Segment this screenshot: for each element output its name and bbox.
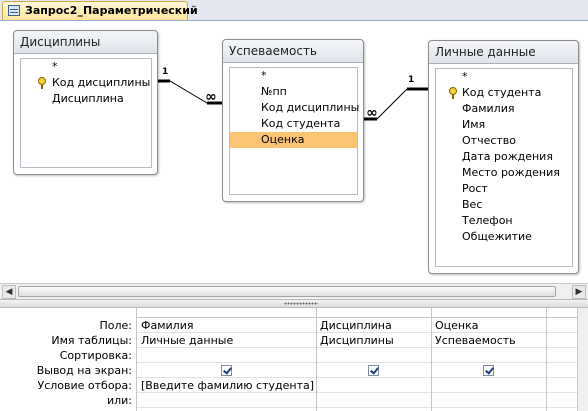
field-item[interactable]: Дисциплина bbox=[21, 91, 151, 107]
field-label: Телефон bbox=[462, 214, 513, 227]
field-item[interactable]: Вес bbox=[436, 197, 572, 213]
field-item[interactable]: Общежитие bbox=[436, 229, 572, 245]
field-item[interactable]: Фамилия bbox=[436, 101, 572, 117]
pane-splitter[interactable] bbox=[0, 299, 588, 308]
field-item[interactable]: Дата рождения bbox=[436, 149, 572, 165]
field-label: Дисциплина bbox=[52, 92, 124, 105]
field-item[interactable]: Телефон bbox=[436, 213, 572, 229]
table-disciplines[interactable]: Дисциплины * Код дисциплины Дисциплина bbox=[13, 30, 158, 175]
grid-cell-table[interactable]: Личные данные bbox=[141, 333, 233, 348]
grid-column-divider bbox=[546, 308, 547, 411]
table-disciplines-title[interactable]: Дисциплины bbox=[14, 31, 157, 54]
field-item-all[interactable]: * bbox=[436, 69, 572, 85]
grid-line bbox=[136, 407, 588, 408]
show-checkbox[interactable] bbox=[483, 365, 494, 376]
field-item[interactable]: Код студента bbox=[230, 116, 357, 132]
field-label: Код дисциплины bbox=[261, 101, 360, 114]
primary-key-icon bbox=[38, 77, 46, 89]
field-item[interactable]: Рост bbox=[436, 181, 572, 197]
grid-cell-table[interactable]: Успеваемость bbox=[435, 333, 516, 348]
grid-cell-criteria[interactable]: [Введите фамилию студента] bbox=[141, 378, 314, 393]
row-label-sort: Сортировка: bbox=[59, 349, 132, 362]
field-item-selected[interactable]: Оценка bbox=[230, 132, 357, 148]
field-label: Отчество bbox=[462, 134, 517, 147]
field-item[interactable]: Отчество bbox=[436, 133, 572, 149]
grid-column-divider bbox=[316, 308, 317, 411]
field-item[interactable]: Код дисциплины bbox=[230, 100, 360, 116]
query-design-grid[interactable]: Поле: Имя таблицы: Сортировка: Вывод на … bbox=[0, 308, 588, 411]
table-personal-data[interactable]: Личные данные * Код студента Фамилия Имя… bbox=[428, 40, 579, 274]
field-label: Код дисциплины bbox=[52, 76, 151, 89]
row-label-criteria: Условие отбора: bbox=[37, 379, 133, 392]
field-item-all[interactable]: * bbox=[230, 68, 357, 84]
grid-cell-table[interactable]: Дисциплины bbox=[320, 333, 394, 348]
field-label: Вес bbox=[462, 198, 483, 211]
scroll-left-arrow-icon[interactable]: ◀ bbox=[2, 285, 16, 299]
relation-one-label-2: 1 bbox=[408, 75, 414, 85]
grid-cell-field[interactable]: Оценка bbox=[435, 318, 479, 333]
show-checkbox[interactable] bbox=[368, 365, 379, 376]
scroll-thumb[interactable] bbox=[18, 286, 556, 297]
field-item[interactable]: Место рождения bbox=[436, 165, 572, 181]
field-label: Фамилия bbox=[462, 102, 515, 115]
grid-cell-field[interactable]: Дисциплина bbox=[320, 318, 392, 333]
query-tab[interactable]: Запрос2_Параметрический bbox=[2, 1, 198, 20]
field-label: Место рождения bbox=[462, 166, 560, 179]
scroll-right-arrow-icon[interactable]: ▶ bbox=[572, 285, 586, 299]
field-item[interactable]: №пп bbox=[230, 84, 357, 100]
field-list[interactable]: * Код дисциплины Дисциплина bbox=[20, 58, 152, 168]
row-label-show: Вывод на экран: bbox=[36, 364, 132, 377]
field-label: * bbox=[462, 70, 468, 83]
grid-column-divider bbox=[136, 308, 137, 411]
table-personal-data-title[interactable]: Личные данные bbox=[429, 41, 578, 64]
grid-line bbox=[136, 362, 588, 363]
field-label: Общежитие bbox=[462, 230, 532, 243]
field-label: * bbox=[261, 69, 267, 82]
field-label: Имя bbox=[462, 118, 486, 131]
field-item[interactable]: Имя bbox=[436, 117, 572, 133]
field-label: №пп bbox=[261, 85, 287, 98]
splitter-grip-icon bbox=[284, 302, 318, 305]
field-label: Рост bbox=[462, 182, 488, 195]
relation-one-label-1: 1 bbox=[162, 67, 168, 77]
query-icon bbox=[8, 5, 20, 16]
show-checkbox[interactable] bbox=[221, 365, 232, 376]
relation-many-label-1: ∞ bbox=[205, 89, 217, 105]
grid-column-divider bbox=[431, 308, 432, 411]
grid-cell-field[interactable]: Фамилия bbox=[141, 318, 193, 333]
row-label-or: или: bbox=[106, 394, 132, 407]
table-title-text: Успеваемость bbox=[229, 44, 318, 58]
row-label-table: Имя таблицы: bbox=[51, 334, 132, 347]
field-label: Оценка bbox=[261, 133, 305, 146]
design-horizontal-scrollbar[interactable]: ◀ ▶ bbox=[0, 283, 588, 300]
query-tab-label: Запрос2_Параметрический bbox=[25, 4, 198, 17]
grid-vertical-scrollbar[interactable] bbox=[577, 308, 588, 411]
field-label: Код студента bbox=[261, 117, 341, 130]
field-label: * bbox=[52, 60, 58, 73]
primary-key-icon bbox=[449, 87, 457, 99]
field-list[interactable]: * Код студента Фамилия Имя Отчество Дата… bbox=[435, 68, 573, 267]
document-tab-bar: Запрос2_Параметрический bbox=[0, 0, 588, 21]
field-item-all[interactable]: * bbox=[21, 59, 151, 75]
field-label: Код студента bbox=[462, 86, 542, 99]
field-label: Дата рождения bbox=[462, 150, 553, 163]
table-title-text: Личные данные bbox=[435, 45, 536, 59]
table-grades[interactable]: Успеваемость * №пп Код дисциплины Код ст… bbox=[222, 39, 364, 202]
field-item-key[interactable]: Код дисциплины bbox=[21, 75, 151, 91]
table-grades-title[interactable]: Успеваемость bbox=[223, 40, 363, 63]
field-list[interactable]: * №пп Код дисциплины Код студента Оценка bbox=[229, 67, 360, 195]
row-label-field: Поле: bbox=[99, 319, 132, 332]
field-item-key[interactable]: Код студента bbox=[436, 85, 572, 101]
relation-many-label-2: ∞ bbox=[366, 105, 378, 121]
table-title-text: Дисциплины bbox=[20, 35, 101, 49]
query-design-area[interactable]: 1 ∞ ∞ 1 Дисциплины * Код дисциплины Дисц… bbox=[0, 21, 588, 283]
